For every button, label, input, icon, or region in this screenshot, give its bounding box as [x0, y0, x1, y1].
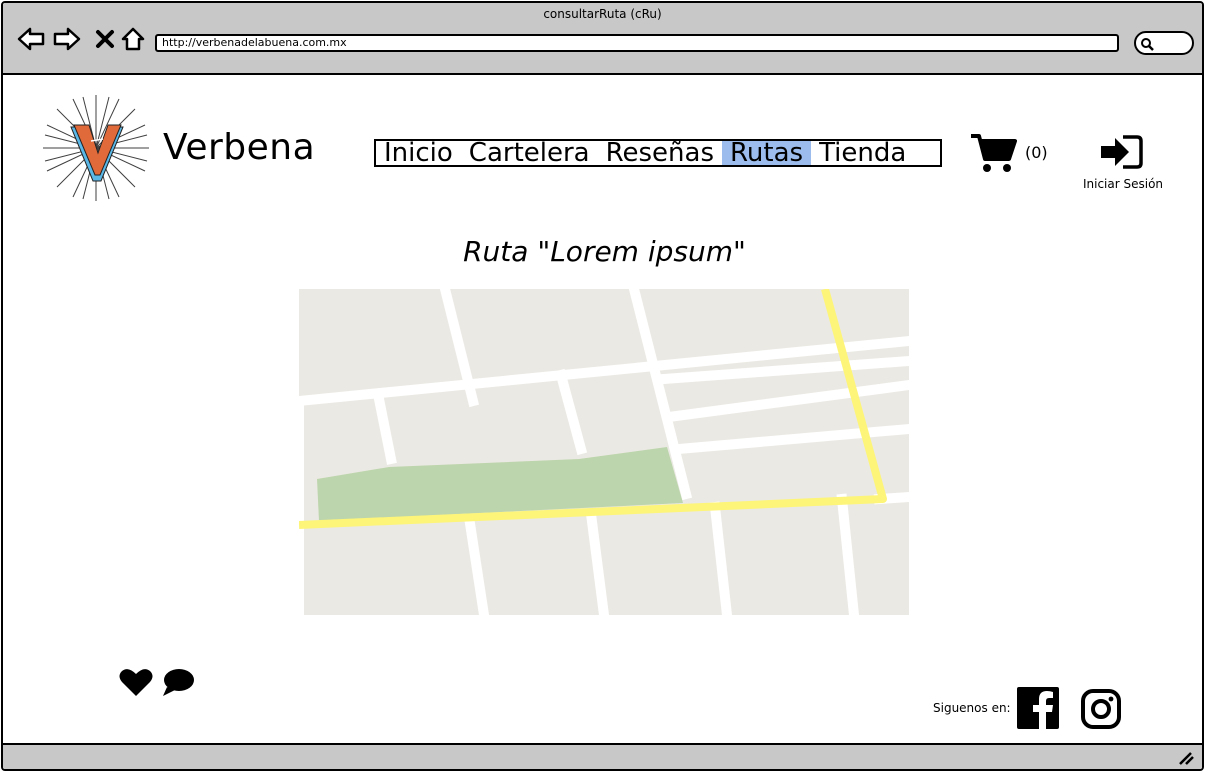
heart-icon[interactable] [119, 667, 153, 697]
follow-label: Siguenos en: [933, 701, 1011, 715]
facebook-icon[interactable] [1017, 687, 1059, 733]
instagram-icon[interactable] [1080, 688, 1122, 734]
home-icon[interactable] [119, 25, 147, 53]
back-icon[interactable] [17, 25, 45, 53]
browser-search[interactable] [1134, 31, 1194, 55]
status-bar [3, 743, 1202, 769]
main-nav: Inicio Cartelera Reseñas Rutas Tienda [374, 139, 942, 167]
nav-item-tienda[interactable]: Tienda [811, 140, 914, 166]
comment-icon[interactable] [161, 667, 195, 697]
interaction-icons [119, 667, 195, 697]
brand-name: Verbena [163, 127, 316, 168]
resize-grip-icon[interactable] [1178, 751, 1194, 765]
forward-icon[interactable] [53, 25, 81, 53]
sign-in-icon[interactable] [1099, 134, 1143, 174]
cart-count: (0) [1025, 143, 1048, 162]
cart-icon[interactable] [971, 133, 1017, 177]
browser-window: consultarRuta (cRu) http://verbenadelabu… [1, 1, 1204, 771]
browser-toolbar: consultarRuta (cRu) http://verbenadelabu… [3, 3, 1202, 75]
search-icon [1141, 38, 1154, 51]
window-title: consultarRuta (cRu) [543, 7, 662, 21]
verbena-logo[interactable] [43, 95, 149, 201]
route-map[interactable] [299, 289, 909, 615]
nav-item-resenas[interactable]: Reseñas [598, 140, 722, 166]
stop-icon[interactable] [91, 25, 119, 53]
sign-in-link[interactable]: Iniciar Sesión [1073, 177, 1173, 191]
address-bar[interactable]: http://verbenadelabuena.com.mx [155, 34, 1119, 52]
nav-item-cartelera[interactable]: Cartelera [461, 140, 598, 166]
nav-item-inicio[interactable]: Inicio [376, 140, 461, 166]
nav-item-rutas[interactable]: Rutas [722, 140, 812, 166]
route-title: Ruta "Lorem ipsum" [463, 235, 746, 268]
